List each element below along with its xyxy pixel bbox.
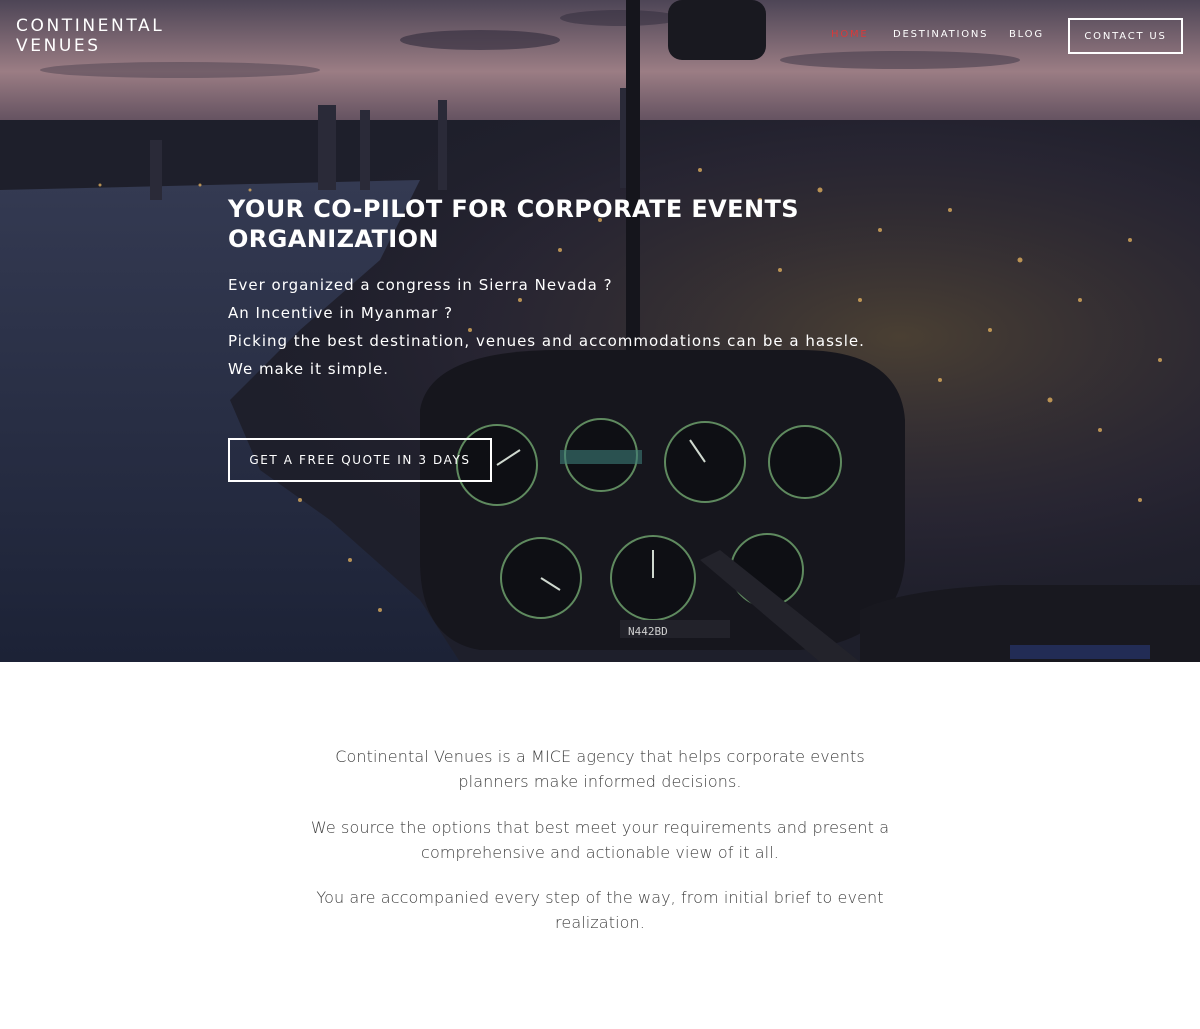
hero-line-4: We make it simple. bbox=[228, 360, 389, 378]
about-paragraph-3-line2: realization. bbox=[555, 913, 645, 932]
hero-content: YOUR CO-PILOT FOR CORPORATE EVENTS ORGAN… bbox=[228, 194, 888, 383]
hero-title-line1: YOUR CO-PILOT FOR CORPORATE EVENTS bbox=[228, 195, 799, 223]
about-paragraph-1-line2: planners make informed decisions. bbox=[458, 772, 742, 791]
contact-us-button[interactable]: CONTACT US bbox=[1068, 18, 1183, 54]
hero-section: N442BD CONTINENTAL VENUES HOME DESTINATI… bbox=[0, 0, 1200, 662]
nav-home[interactable]: HOME bbox=[831, 29, 869, 40]
hero-title: YOUR CO-PILOT FOR CORPORATE EVENTS ORGAN… bbox=[228, 194, 828, 254]
hero-title-line2: ORGANIZATION bbox=[228, 225, 439, 253]
about-section: Continental Venues is a MICE agency that… bbox=[0, 662, 1200, 1029]
about-paragraph-1-line1: Continental Venues is a MICE agency that… bbox=[335, 747, 865, 766]
hero-line-2: An Incentive in Myanmar ? bbox=[228, 304, 454, 322]
nav-blog[interactable]: BLOG bbox=[1009, 29, 1044, 40]
main-nav: HOME DESTINATIONS BLOG bbox=[0, 29, 1200, 45]
about-paragraph-3-line1: You are accompanied every step of the wa… bbox=[316, 888, 884, 907]
about-paragraph-2-line2: comprehensive and actionable view of it … bbox=[421, 843, 779, 862]
about-paragraph-2-line1: We source the options that best meet you… bbox=[310, 818, 890, 837]
hero-image-text: N442BD bbox=[628, 625, 668, 638]
hero-line-3: Picking the best destination, venues and… bbox=[228, 332, 865, 350]
about-paragraph-2: We source the options that best meet you… bbox=[300, 815, 900, 865]
hero-tagline: Ever organized a congress in Sierra Neva… bbox=[228, 271, 888, 383]
nav-destinations[interactable]: DESTINATIONS bbox=[893, 29, 988, 40]
about-paragraph-1: Continental Venues is a MICE agency that… bbox=[300, 744, 900, 794]
about-paragraph-3: You are accompanied every step of the wa… bbox=[300, 885, 900, 935]
hero-line-1: Ever organized a congress in Sierra Neva… bbox=[228, 276, 613, 294]
free-quote-button[interactable]: GET A FREE QUOTE IN 3 DAYS bbox=[228, 438, 492, 482]
